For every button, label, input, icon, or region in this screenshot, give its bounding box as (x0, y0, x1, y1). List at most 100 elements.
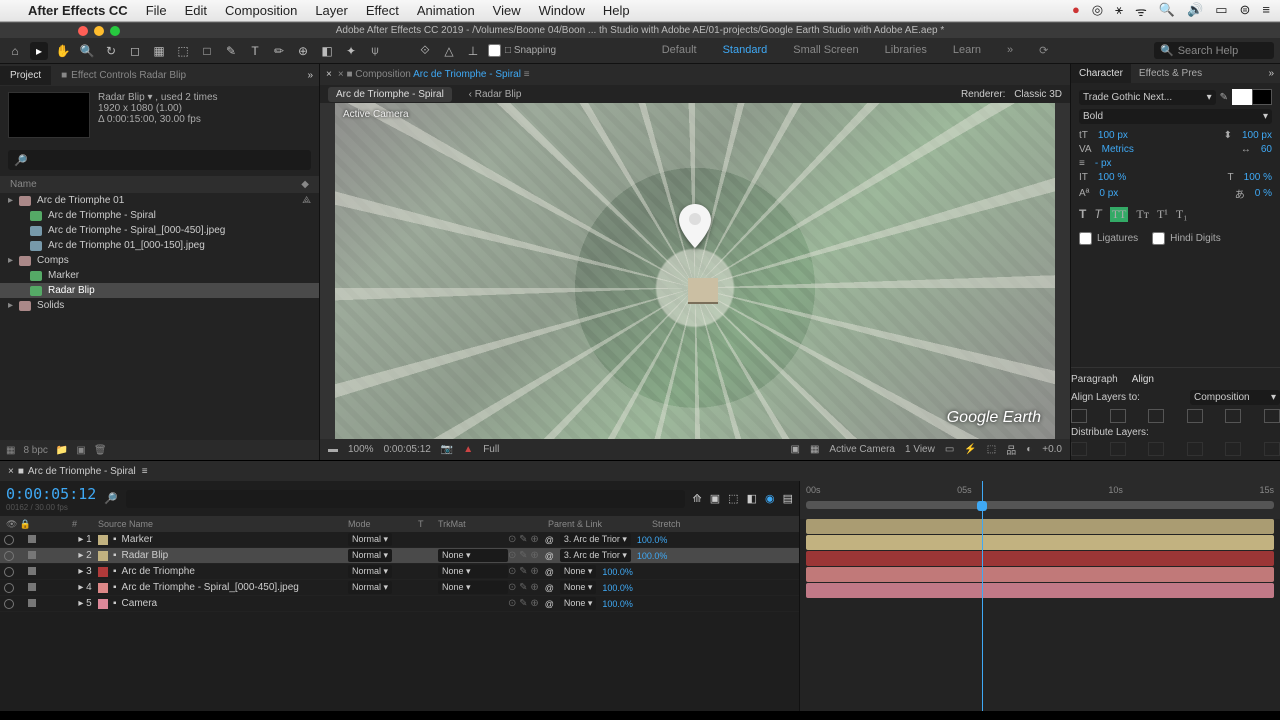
status-bluetooth-icon[interactable]: ⚹ (1115, 2, 1123, 20)
status-wifi-icon[interactable]: ᯤ (1135, 2, 1147, 20)
solo-toggle[interactable] (17, 567, 25, 577)
home-icon[interactable]: ⌂ (6, 42, 24, 60)
parent-pickwhip-icon[interactable]: @ (545, 583, 554, 593)
workspace-learn[interactable]: Learn (953, 44, 981, 57)
channels-icon[interactable]: ▲ (463, 444, 473, 455)
tab-effect-controls[interactable]: ■Effect Controls Radar Blip (51, 66, 196, 85)
renderer-value[interactable]: Classic 3D (1014, 89, 1062, 100)
twirl-icon[interactable]: ▸ (78, 582, 83, 593)
project-item[interactable]: ▸Comps (0, 253, 319, 268)
hide-shy-icon[interactable]: ⬚ (728, 492, 738, 505)
layer-duration-bar[interactable] (806, 551, 1274, 566)
panel-menu-icon[interactable]: » (1262, 68, 1280, 79)
lock-toggle[interactable] (28, 567, 36, 575)
workspace-default[interactable]: Default (662, 44, 697, 57)
blend-mode-dropdown[interactable]: Normal ▾ (348, 533, 392, 546)
comp-close-icon[interactable]: × (326, 69, 332, 80)
menu-composition[interactable]: Composition (225, 3, 297, 18)
zoom-window-icon[interactable] (110, 26, 120, 36)
parent-pickwhip-icon[interactable]: @ (545, 535, 554, 545)
project-item[interactable]: Radar Blip (0, 283, 319, 298)
transparency-grid-icon[interactable]: ▦ (810, 444, 819, 455)
menu-edit[interactable]: Edit (185, 3, 207, 18)
parent-dropdown[interactable]: None ▾ (560, 597, 597, 610)
tracking-value[interactable]: 60 (1261, 144, 1272, 155)
menu-view[interactable]: View (493, 3, 521, 18)
twirl-icon[interactable]: ▸ (8, 300, 13, 311)
project-item[interactable]: ▸Arc de Triomphe 01⟁ (0, 193, 319, 208)
reset-exposure-icon[interactable]: ◐ (1026, 444, 1032, 455)
project-item[interactable]: Arc de Triomphe - Spiral (0, 208, 319, 223)
panel-menu-icon[interactable]: » (301, 70, 319, 81)
switches-icon[interactable]: ⊙ ✎ ⊕ (508, 534, 539, 545)
fast-preview-icon[interactable]: ⚡ (964, 444, 976, 455)
workspace-chevrons-icon[interactable]: » (1007, 44, 1013, 57)
clone-tool-icon[interactable]: ⊕ (294, 42, 312, 60)
project-item[interactable]: ▸Solids (0, 298, 319, 313)
font-style-dropdown[interactable]: Bold▾ (1079, 109, 1272, 124)
layer-row[interactable]: ▸ 1 ▪Marker Normal ▾ ⊙ ✎ ⊕ @ 3. Arc de T… (0, 532, 799, 548)
status-control-icon[interactable]: ⊜ (1240, 2, 1251, 20)
playhead[interactable] (982, 481, 983, 711)
brush-tool-icon[interactable]: ✏ (270, 42, 288, 60)
allcaps-button[interactable]: TT (1110, 207, 1129, 222)
frame-blend-icon[interactable]: ◧ (747, 492, 757, 505)
parent-pickwhip-icon[interactable]: @ (545, 551, 554, 561)
graph-editor-icon[interactable]: ▤ (783, 492, 793, 505)
menu-layer[interactable]: Layer (315, 3, 348, 18)
parent-pickwhip-icon[interactable]: @ (545, 599, 554, 609)
view-layout-dropdown[interactable]: 1 View (905, 444, 935, 455)
parent-pickwhip-icon[interactable]: @ (545, 567, 554, 577)
layer-color-swatch[interactable] (98, 567, 108, 577)
status-cc-icon[interactable]: ◎ (1092, 2, 1103, 20)
align-right-button[interactable] (1148, 409, 1164, 423)
faux-italic-button[interactable]: T (1094, 207, 1101, 222)
roi-icon[interactable]: ▣ (791, 444, 800, 455)
asset-thumbnail[interactable] (8, 92, 90, 138)
timeline-icon[interactable]: ⬚ (987, 444, 996, 455)
hscale-value[interactable]: 100 % (1244, 172, 1272, 183)
pen-tool-icon[interactable]: ✎ (222, 42, 240, 60)
project-item[interactable]: Marker (0, 268, 319, 283)
workspace-standard[interactable]: Standard (723, 44, 768, 57)
tsume-value[interactable]: 0 % (1255, 188, 1272, 199)
minimize-window-icon[interactable] (94, 26, 104, 36)
switches-icon[interactable]: ⊙ ✎ ⊕ (508, 566, 539, 577)
align-vcenter-button[interactable] (1225, 409, 1241, 423)
status-battery-icon[interactable]: ▭ (1215, 2, 1227, 20)
snapping-toggle[interactable]: □ Snapping (488, 44, 556, 57)
baseline-value[interactable]: 0 px (1099, 188, 1118, 199)
zoom-tool-icon[interactable]: 🔍 (78, 42, 96, 60)
delete-icon[interactable]: 🗑 (94, 445, 107, 456)
parent-dropdown[interactable]: None ▾ (560, 581, 597, 594)
tab-align[interactable]: Align (1132, 374, 1154, 385)
column-menu-icon[interactable]: ◆ (301, 179, 309, 190)
align-hcenter-button[interactable] (1110, 409, 1126, 423)
twirl-icon[interactable]: ▸ (78, 534, 83, 545)
magnification-dropdown[interactable]: 100% (348, 444, 374, 455)
leading-value[interactable]: 100 px (1242, 130, 1272, 141)
new-comp-icon[interactable]: ▣ (76, 445, 85, 456)
stretch-value[interactable]: 100.0% (602, 583, 633, 593)
menu-window[interactable]: Window (539, 3, 585, 18)
visibility-toggle[interactable] (4, 551, 14, 561)
faux-bold-button[interactable]: T (1079, 207, 1086, 222)
timeline-search-input[interactable] (126, 490, 685, 508)
workspace-reset-icon[interactable]: ⟳ (1039, 44, 1048, 57)
twirl-icon[interactable]: ▸ (8, 195, 13, 206)
timeline-search-icon[interactable]: 🔎 (104, 492, 118, 505)
pixel-aspect-icon[interactable]: ▭ (945, 444, 954, 455)
blend-mode-dropdown[interactable]: Normal ▾ (348, 581, 392, 594)
visibility-toggle[interactable] (4, 583, 14, 593)
comp-flow-icon[interactable]: 品 (1006, 442, 1016, 457)
layer-row[interactable]: ▸ 5 ▪Camera ⊙ ✎ ⊕ @ None ▾ 100.0% (0, 596, 799, 612)
font-family-dropdown[interactable]: Trade Gothic Next...▾ (1079, 90, 1216, 105)
eyedropper-icon[interactable]: ✎ (1220, 92, 1228, 103)
layer-duration-bar[interactable] (806, 567, 1274, 582)
twirl-icon[interactable]: ▸ (78, 550, 83, 561)
twirl-icon[interactable]: ▸ (8, 255, 13, 266)
workspace-libraries[interactable]: Libraries (885, 44, 927, 57)
bpc-toggle[interactable]: 8 bpc (23, 445, 47, 456)
axis-view-icon[interactable]: ⊥ (464, 42, 482, 60)
eraser-tool-icon[interactable]: ◧ (318, 42, 336, 60)
